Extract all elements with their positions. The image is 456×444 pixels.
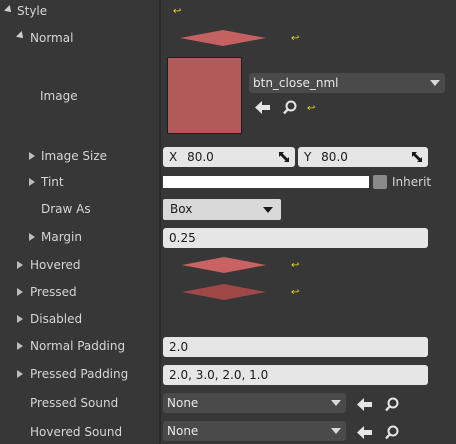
row-pressed: Pressed ↩ — [0, 279, 456, 305]
pressed-sound-label: Pressed Sound — [30, 396, 119, 410]
tint-label: Tint — [41, 175, 64, 189]
row-image: Image btn_close_nml ↩ — [0, 51, 456, 143]
dropdown-caret-icon — [331, 400, 341, 406]
dropdown-caret-icon — [263, 207, 273, 213]
pressed-sound-dropdown[interactable]: None — [163, 393, 346, 413]
browse-search-icon[interactable] — [385, 397, 399, 412]
row-margin: Margin 0.25 — [0, 224, 456, 251]
expand-arrow-icon[interactable] — [17, 261, 23, 269]
row-style: Style ↩ — [0, 0, 456, 24]
row-hovered: Hovered ↩ — [0, 252, 456, 278]
size-y-value: 80.0 — [321, 150, 348, 164]
normal-padding-field[interactable]: 2.0 — [163, 337, 428, 357]
draw-as-label: Draw As — [41, 202, 91, 216]
row-hovered-sound: Hovered Sound None — [0, 418, 456, 444]
margin-field[interactable]: 0.25 — [163, 228, 428, 248]
use-selected-arrow-icon[interactable] — [357, 398, 372, 411]
image-asset-dropdown[interactable]: btn_close_nml — [249, 73, 445, 93]
row-tint: Tint Inherit — [0, 170, 456, 195]
pressed-sound-value: None — [167, 396, 199, 410]
hovered-sound-label: Hovered Sound — [30, 425, 123, 439]
normal-padding-label: Normal Padding — [30, 339, 126, 353]
reset-to-default-icon[interactable]: ↩ — [173, 7, 182, 17]
dropdown-caret-icon — [331, 428, 341, 434]
margin-value: 0.25 — [169, 231, 196, 245]
normal-label: Normal — [30, 31, 74, 45]
row-disabled: Disabled — [0, 306, 456, 333]
pressed-padding-value: 2.0, 3.0, 2.0, 1.0 — [169, 368, 269, 382]
margin-label: Margin — [41, 230, 82, 244]
image-asset-name: btn_close_nml — [253, 76, 339, 90]
row-pressed-sound: Pressed Sound None — [0, 390, 456, 417]
image-size-label: Image Size — [41, 149, 108, 163]
normal-padding-value: 2.0 — [169, 340, 189, 354]
expand-corner-icon — [412, 152, 422, 162]
image-size-x-field[interactable]: X 80.0 — [163, 147, 295, 167]
pressed-padding-field[interactable]: 2.0, 3.0, 2.0, 1.0 — [163, 365, 428, 385]
pressed-label: Pressed — [30, 285, 77, 299]
pressed-brush-preview — [182, 284, 266, 300]
browse-search-icon[interactable] — [283, 100, 297, 115]
pressed-padding-label: Pressed Padding — [30, 367, 129, 381]
expand-arrow-icon[interactable] — [17, 370, 23, 378]
expand-arrow-icon[interactable] — [29, 178, 35, 186]
row-image-size: Image Size X 80.0 Y 80.0 — [0, 144, 456, 169]
hovered-sound-dropdown[interactable]: None — [163, 421, 346, 441]
image-size-y-field[interactable]: Y 80.0 — [298, 147, 428, 167]
reset-to-default-icon[interactable]: ↩ — [291, 34, 300, 44]
row-pressed-padding: Pressed Padding 2.0, 3.0, 2.0, 1.0 — [0, 362, 456, 389]
draw-as-dropdown[interactable]: Box — [163, 199, 281, 220]
expand-arrow-icon[interactable] — [29, 152, 35, 160]
expand-arrow-icon[interactable] — [29, 233, 35, 241]
size-y-axis-label: Y — [304, 150, 312, 164]
draw-as-value: Box — [170, 202, 193, 216]
reset-to-default-icon[interactable]: ↩ — [291, 261, 300, 271]
hovered-sound-value: None — [167, 424, 199, 438]
dropdown-caret-icon — [430, 80, 440, 86]
row-draw-as: Draw As Box — [0, 196, 456, 223]
inherit-checkbox[interactable] — [373, 175, 387, 189]
browse-search-icon[interactable] — [385, 425, 399, 440]
disabled-label: Disabled — [30, 312, 83, 326]
collapse-arrow-icon[interactable] — [4, 5, 14, 15]
image-thumbnail[interactable] — [167, 57, 242, 134]
normal-brush-preview — [180, 30, 266, 46]
style-label: Style — [17, 4, 48, 18]
row-normal-padding: Normal Padding 2.0 — [0, 334, 456, 361]
inherit-label: Inherit — [392, 175, 432, 189]
image-label: Image — [40, 89, 78, 103]
collapse-arrow-icon[interactable] — [16, 31, 26, 41]
tint-color-swatch[interactable] — [163, 176, 369, 188]
expand-arrow-icon[interactable] — [17, 315, 23, 323]
reset-to-default-icon[interactable]: ↩ — [291, 288, 300, 298]
size-x-axis-label: X — [169, 150, 178, 164]
hovered-label: Hovered — [30, 258, 81, 272]
row-normal: Normal ↩ — [0, 25, 456, 50]
use-selected-arrow-icon[interactable] — [255, 101, 270, 114]
expand-arrow-icon[interactable] — [17, 342, 23, 350]
expand-arrow-icon[interactable] — [17, 288, 23, 296]
size-x-value: 80.0 — [187, 150, 214, 164]
expand-corner-icon — [279, 152, 289, 162]
use-selected-arrow-icon[interactable] — [357, 426, 372, 439]
reset-to-default-icon[interactable]: ↩ — [307, 104, 316, 114]
hovered-brush-preview — [182, 257, 266, 273]
